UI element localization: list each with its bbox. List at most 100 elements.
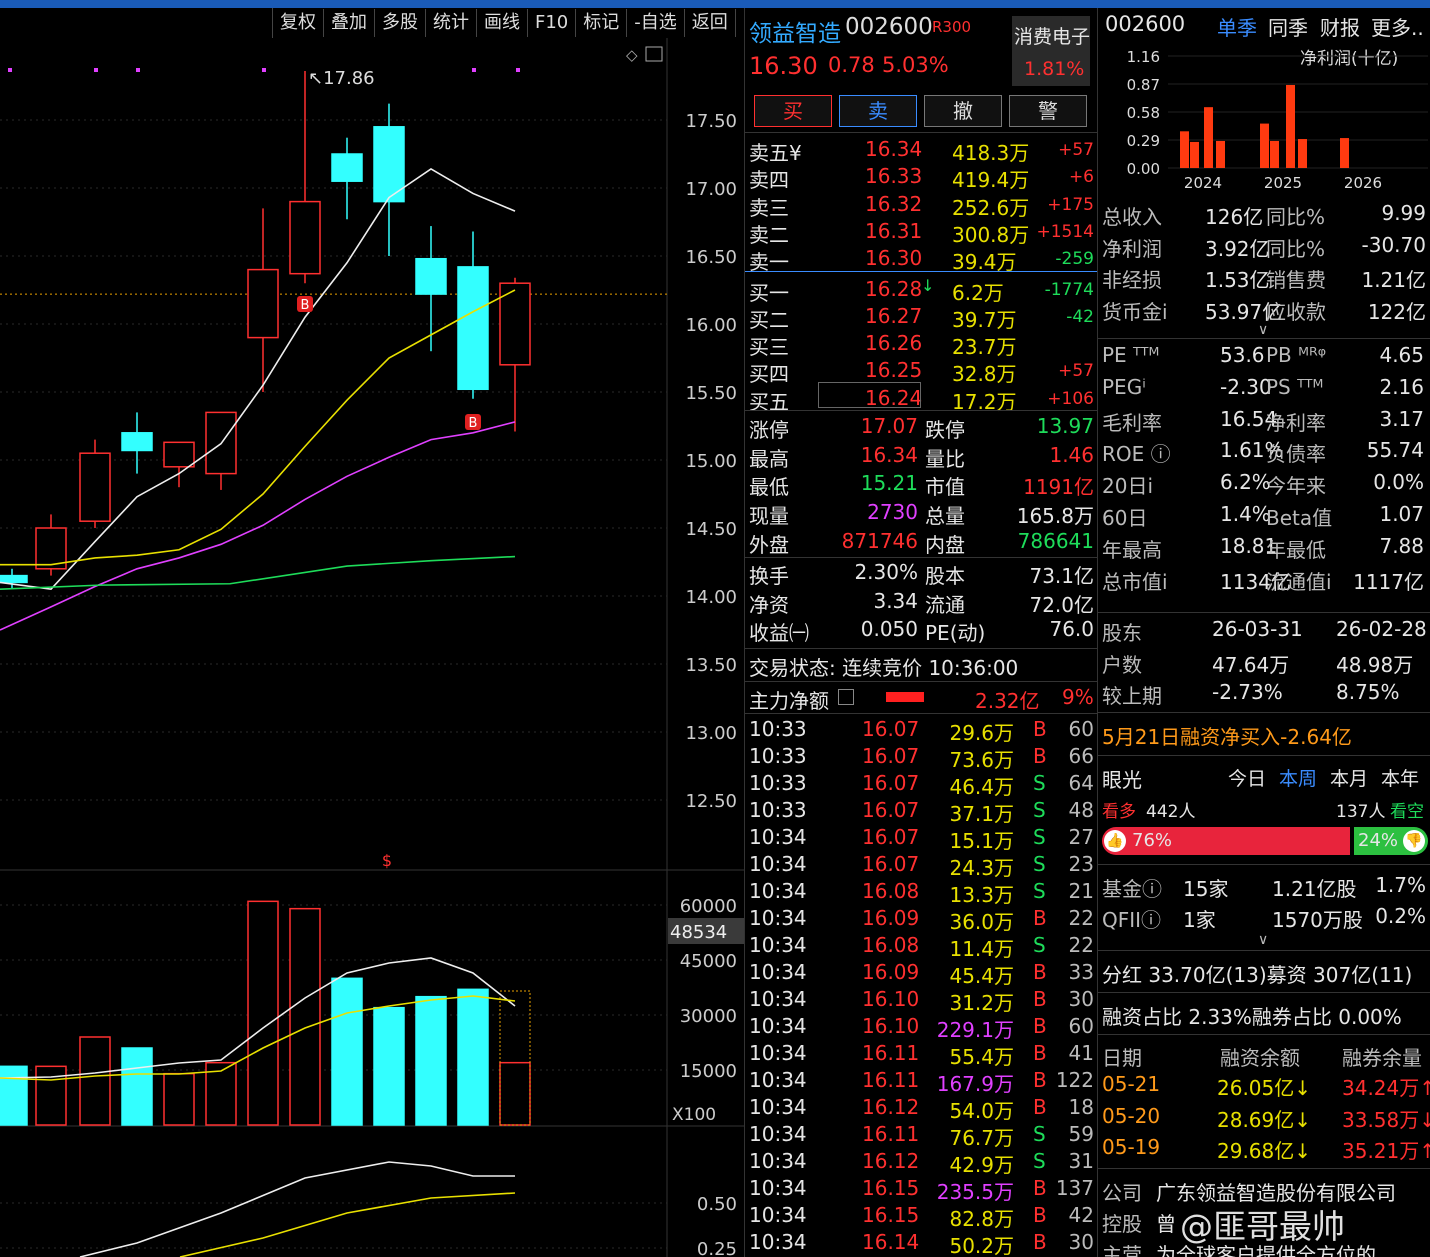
bull-count: 442人	[1146, 802, 1196, 822]
tick-count: 60	[1068, 717, 1094, 741]
price-selector[interactable]	[818, 382, 921, 408]
toolbar-btn-4[interactable]: 画线	[477, 9, 528, 37]
dividend-marker[interactable]: $	[382, 851, 392, 870]
stat-label: 总量	[925, 504, 965, 529]
book-delta: -42	[1066, 306, 1094, 327]
kline-chart[interactable]: 17.50 17.00 16.50 16.00 15.50 15.00 14.50 14.00…	[0, 38, 745, 1257]
main-net-label[interactable]: 主力净额	[749, 685, 829, 714]
volume-bar[interactable]	[457, 988, 489, 1126]
fin-tab-0[interactable]: 单季	[1217, 12, 1257, 41]
candle[interactable]	[457, 231, 489, 399]
tick-price: 16.11	[862, 1041, 920, 1065]
tick-volume: 55.4万	[949, 1045, 1014, 1069]
fin-bar[interactable]	[1260, 123, 1269, 168]
stat-label: PE(动)	[925, 621, 986, 646]
fin-bar[interactable]	[1180, 131, 1189, 168]
book-price[interactable]: 16.33	[865, 164, 922, 188]
list-icon[interactable]	[838, 689, 854, 705]
toolbar-btn-7[interactable]: -自选	[627, 9, 685, 37]
toolbar-btn-5[interactable]: F10	[528, 9, 577, 37]
buy-marker[interactable]: B	[297, 296, 313, 313]
volume-bar[interactable]	[415, 995, 447, 1126]
volume-bar[interactable]	[331, 977, 363, 1126]
book-price[interactable]: 16.30	[865, 246, 922, 270]
buy-button[interactable]: 买	[754, 95, 832, 127]
tick-side: S	[1033, 771, 1046, 795]
book-price[interactable]: 16.27	[865, 304, 922, 328]
volume-bar[interactable]	[289, 907, 321, 1126]
toolbar-btn-8[interactable]: 返回	[685, 9, 736, 37]
vision-tab-0[interactable]: 今日	[1228, 764, 1266, 791]
fin-tab-1[interactable]: 同季	[1268, 12, 1308, 41]
book-price[interactable]: 16.28	[865, 277, 922, 301]
vision-tab-1[interactable]: 本周	[1279, 764, 1317, 791]
tick-volume: 50.2万	[949, 1234, 1014, 1257]
candle[interactable]	[163, 441, 195, 488]
candle[interactable]	[79, 439, 111, 528]
volume-bar[interactable]	[79, 1036, 111, 1126]
volume-bar[interactable]	[499, 1061, 531, 1126]
toolbar-btn-1[interactable]: 叠加	[324, 9, 375, 37]
tick-volume: 15.1万	[949, 829, 1014, 853]
sell-button[interactable]: 卖	[839, 95, 917, 127]
candle[interactable]	[121, 412, 153, 474]
tick-side: B	[1033, 717, 1047, 741]
fin-bar[interactable]	[1340, 138, 1349, 168]
window-icon[interactable]	[645, 46, 663, 62]
book-level: 买一	[749, 280, 789, 305]
volume-bar[interactable]	[373, 1006, 405, 1126]
volume-bar[interactable]	[247, 900, 279, 1126]
candle[interactable]	[331, 137, 363, 220]
val_rows-cell: ROE ⓘ	[1102, 442, 1171, 467]
toolbar-btn-0[interactable]: 复权	[273, 9, 324, 37]
fin-bar[interactable]	[1298, 139, 1307, 168]
book-price[interactable]: 16.31	[865, 219, 922, 243]
tick-price: 16.07	[862, 798, 920, 822]
fin_rows-cell: 货币金i	[1102, 299, 1168, 324]
candle[interactable]	[35, 514, 67, 576]
tick-volume: 46.4万	[949, 775, 1014, 799]
price-tick: 15.50	[685, 383, 737, 404]
toolbar-btn-3[interactable]: 统计	[426, 9, 477, 37]
alert-button[interactable]: 警	[1009, 95, 1087, 127]
margin-news[interactable]: 5月21日融资净买入-2.64亿	[1102, 721, 1352, 750]
fin-tab-2[interactable]: 财报	[1320, 12, 1360, 41]
volume-bar[interactable]	[163, 1072, 195, 1126]
vision-tab-3[interactable]: 本年	[1381, 764, 1419, 791]
cancel-button[interactable]: 撤	[924, 95, 1002, 127]
candle[interactable]	[415, 226, 447, 352]
tick-side: S	[1033, 879, 1046, 903]
candle[interactable]	[247, 208, 279, 392]
volume-bar[interactable]	[121, 1047, 153, 1126]
candle[interactable]	[289, 71, 321, 284]
toolbar-btn-2[interactable]: 多股	[375, 9, 426, 37]
book-price[interactable]: 16.26	[865, 331, 922, 355]
candle[interactable]	[499, 277, 531, 432]
val_rows-cell: 4.65	[1379, 343, 1424, 367]
book-delta: +1514	[1036, 221, 1094, 242]
price-tick: 17.50	[685, 111, 737, 132]
toolbar-btn-6[interactable]: 标记	[576, 9, 628, 37]
bull-pct: 76%	[1132, 830, 1173, 851]
book-price[interactable]: 16.25	[865, 358, 922, 382]
fin-bar[interactable]	[1286, 84, 1295, 168]
book-price[interactable]: 16.32	[865, 192, 922, 216]
stat-label: 换手	[749, 564, 789, 588]
fin-bar[interactable]	[1190, 141, 1199, 168]
fin-bar[interactable]	[1270, 140, 1279, 168]
candle[interactable]	[373, 103, 405, 256]
buy-marker[interactable]: B	[465, 414, 481, 431]
fin-tab-3[interactable]: 更多..	[1371, 12, 1424, 41]
fin-bar[interactable]	[1204, 107, 1213, 168]
sector-box[interactable]: 消费电子 1.81%	[1012, 16, 1090, 86]
diamond-icon[interactable]: ◇	[626, 46, 638, 64]
price-tick: 16.50	[685, 247, 737, 268]
volume-bar[interactable]	[35, 1065, 67, 1126]
vision-tab-2[interactable]: 本月	[1330, 764, 1368, 791]
chevron-down-icon[interactable]: ∨	[1258, 322, 1268, 338]
fin-bar[interactable]	[1216, 140, 1225, 168]
chevron-down-icon[interactable]: ∨	[1258, 932, 1268, 948]
book-price[interactable]: 16.34	[865, 137, 922, 161]
volume-bar[interactable]	[0, 1065, 28, 1126]
divider	[1098, 612, 1430, 613]
